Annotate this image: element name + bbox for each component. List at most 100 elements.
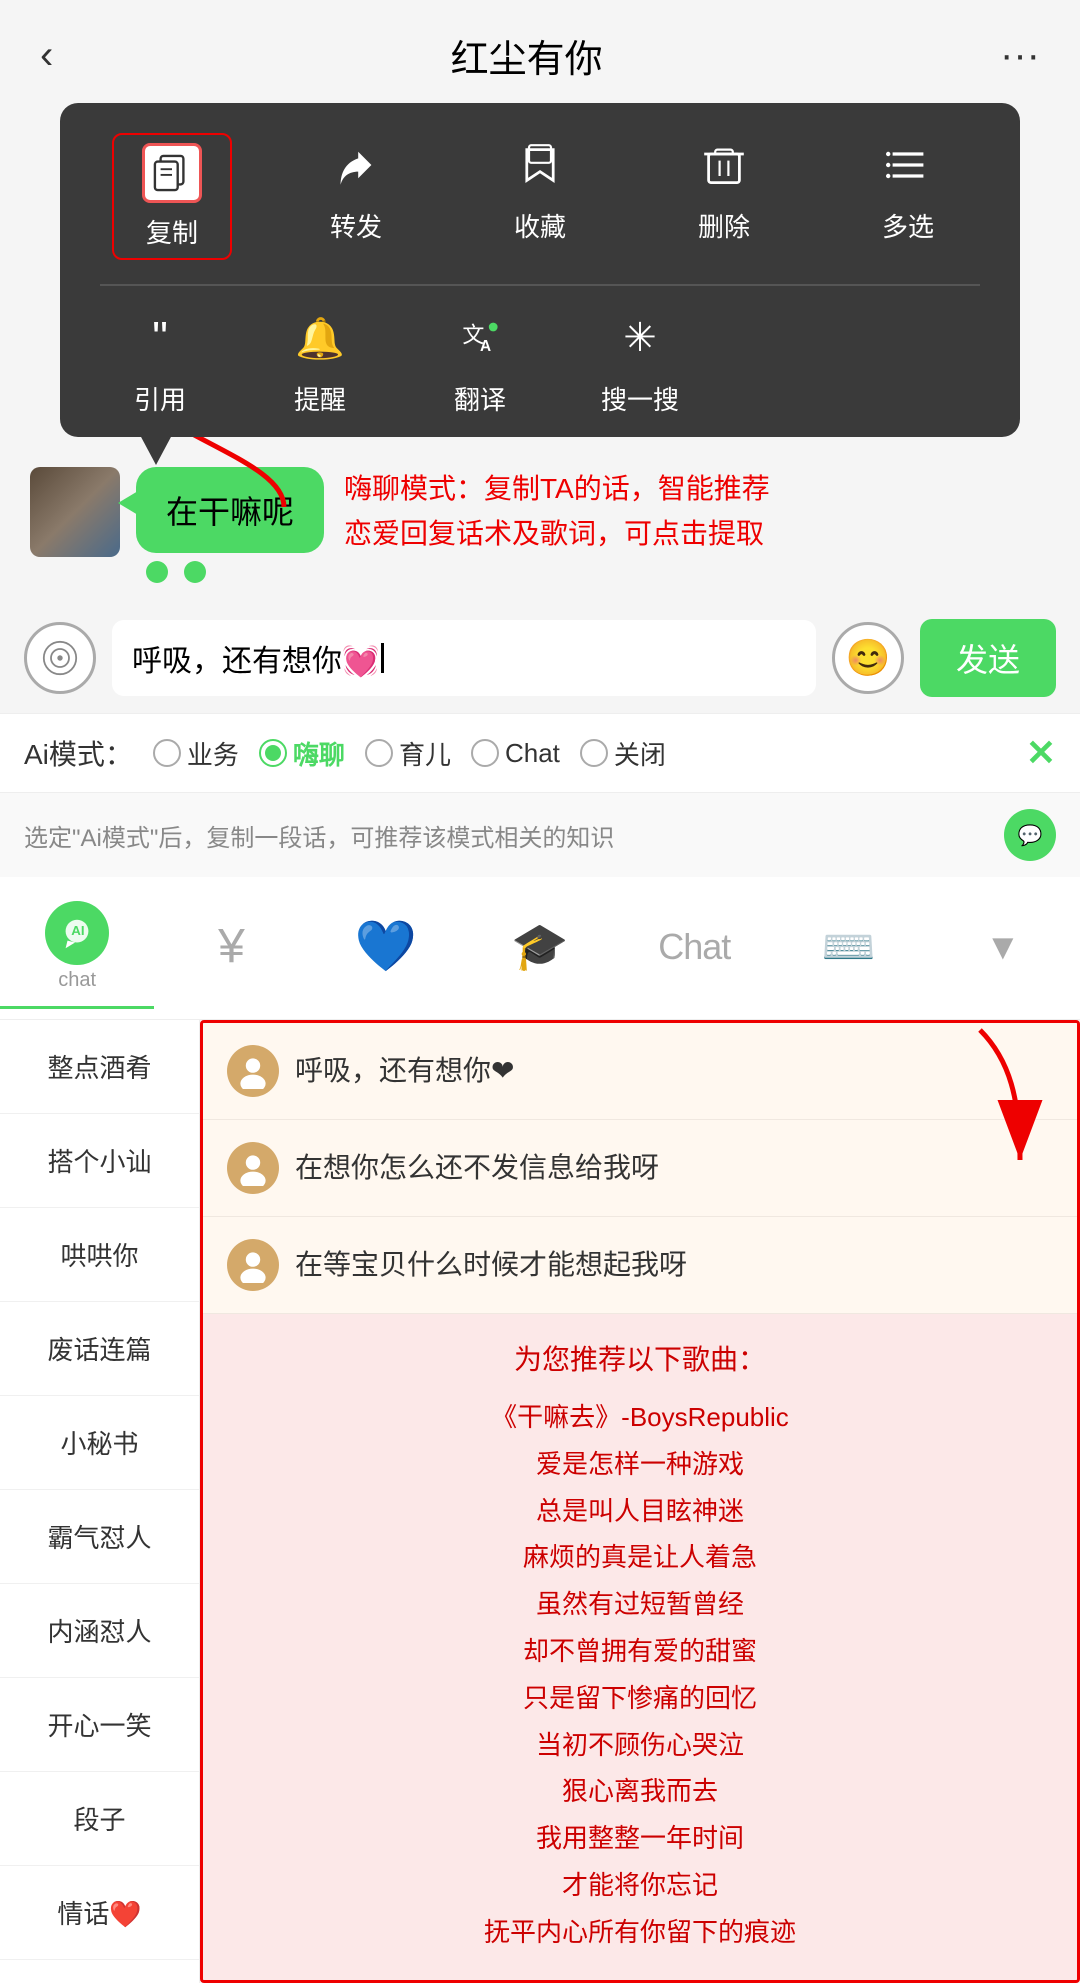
sidebar-item-neihanren[interactable]: 内涵怼人 [0,1584,199,1678]
multiselect-icon [876,133,940,197]
sidebar-item-baqiren[interactable]: 霸气怼人 [0,1490,199,1584]
lyric-2: 麻烦的真是让人着急 [227,1534,1053,1581]
remind-icon: 🔔 [288,306,352,370]
close-button[interactable]: ✕ [1026,732,1056,774]
lyric-9: 才能将你忘记 [227,1862,1053,1909]
ai-mode-label: Ai模式： [24,733,133,773]
suggestion-avatar-3 [227,1239,279,1291]
lyric-10: 抚平内心所有你留下的痕迹 [227,1909,1053,1956]
sidebar-item-baqiren-label: 霸气怼人 [47,1523,151,1553]
lyric-4: 却不曾拥有爱的甜蜜 [227,1628,1053,1675]
radio-off[interactable] [580,739,608,767]
online-dot2 [184,561,206,583]
collect-menu-item[interactable]: 收藏 [480,133,600,260]
mode-chat[interactable]: Chat [471,738,560,769]
text-input[interactable]: 呼吸，还有想你💓 [112,620,816,696]
menu-pointer [140,435,172,465]
ai-hint-bar: 选定"Ai模式"后，复制一段话，可推荐该模式相关的知识 💬 [0,792,1080,877]
lyric-8: 我用整整一年时间 [227,1815,1053,1862]
translate-label: 翻译 [454,380,506,417]
chat-bubble-text: 在干嘛呢 [166,494,294,530]
suggestion-avatar-2 [227,1142,279,1194]
main-content: 整点酒肴 搭个小讪 哄哄你 废话连篇 小秘书 霸气怼人 内涵怼人 开心一笑 段子… [0,1020,1080,1983]
right-panel: 呼吸，还有想你❤ 在想你怎么还不发信息给我呀 在等宝贝什么时候才能想起我呀 [200,1020,1080,1983]
mode-off[interactable]: 关闭 [580,735,666,772]
delete-menu-item[interactable]: 删除 [664,133,784,260]
online-dot1 [146,561,168,583]
input-cursor [381,643,384,673]
collect-icon [508,133,572,197]
quote-menu-item[interactable]: " 引用 [100,306,220,417]
suggestion-2[interactable]: 在想你怎么还不发信息给我呀 [203,1120,1077,1217]
remind-label: 提醒 [294,380,346,417]
emoji-button[interactable]: 😊 [832,622,904,694]
ai-hint-text: 选定"Ai模式"后，复制一段话，可推荐该模式相关的知识 [24,818,1004,853]
sidebar-item-qinghua-label: 情话❤️ [57,1899,141,1929]
sidebar-item-dage-label: 搭个小讪 [47,1147,151,1177]
sidebar-item-qinghua[interactable]: 情话❤️ [0,1866,199,1960]
sidebar-item-kaixin[interactable]: 开心一笑 [0,1678,199,1772]
header: ‹ 红尘有你 ··· [0,0,1080,103]
collect-label: 收藏 [514,207,566,244]
quote-icon: " [128,306,192,370]
lyric-7: 狠心离我而去 [227,1768,1053,1815]
toolbar-chatai[interactable]: AI chat [0,887,154,1009]
sidebar-item-feihua-label: 废话连篇 [47,1335,151,1365]
chatai-icon: AI [45,901,109,965]
page-title: 红尘有你 [451,28,603,83]
context-menu-row2: " 引用 🔔 提醒 文 A 翻译 ✳ [80,306,1000,417]
context-menu-row1: 复制 转发 收藏 [80,133,1000,260]
radio-chat[interactable] [471,739,499,767]
toolbar-chat-text[interactable]: Chat [617,912,771,985]
sidebar-item-kaixin-label: 开心一笑 [47,1711,151,1741]
mode-off-label: 关闭 [614,735,666,772]
suggestion-3[interactable]: 在等宝贝什么时候才能想起我呀 [203,1217,1077,1314]
mode-parenting[interactable]: 育儿 [365,735,451,772]
mode-business[interactable]: 业务 [153,735,239,772]
sidebar-item-zhengdian-label: 整点酒肴 [47,1053,151,1083]
mode-haichat[interactable]: 嗨聊 [259,735,345,772]
send-button[interactable]: 发送 [920,619,1056,697]
sidebar-item-xiaomishu[interactable]: 小秘书 [0,1396,199,1490]
toolbar-keyboard[interactable]: ⌨️ [771,907,925,990]
remind-menu-item[interactable]: 🔔 提醒 [260,306,380,417]
sidebar-item-zhengdian[interactable]: 整点酒肴 [0,1020,199,1114]
mode-business-label: 业务 [187,735,239,772]
forward-label: 转发 [330,207,382,244]
sidebar-item-feihua[interactable]: 废话连篇 [0,1302,199,1396]
suggestion-1[interactable]: 呼吸，还有想你❤ [203,1023,1077,1120]
sidebar-item-duanzi[interactable]: 段子 [0,1772,199,1866]
chat-message-area: 在干嘛呢 [30,467,324,583]
voice-button[interactable] [24,622,96,694]
multiselect-menu-item[interactable]: 多选 [848,133,968,260]
lyric-0: 爱是怎样一种游戏 [227,1441,1053,1488]
copy-label: 复制 [146,213,198,250]
sidebar-item-duanzi-label: 段子 [73,1805,125,1835]
more-button[interactable]: ··· [1000,33,1040,78]
radio-parenting[interactable] [365,739,393,767]
chat-text-icon: Chat [658,926,730,968]
radio-haichat[interactable] [259,739,287,767]
forward-menu-item[interactable]: 转发 [296,133,416,260]
toolbar-study[interactable]: 🎓 [463,905,617,991]
translate-menu-item[interactable]: 文 A 翻译 [420,306,540,417]
search-menu-item[interactable]: ✳ 搜一搜 [580,306,700,417]
back-button[interactable]: ‹ [40,33,53,78]
radio-business[interactable] [153,739,181,767]
heart-icon: 💙 [355,917,417,976]
chat-bubble: 在干嘛呢 [136,467,324,553]
left-sidebar: 整点酒肴 搭个小讪 哄哄你 废话连篇 小秘书 霸气怼人 内涵怼人 开心一笑 段子… [0,1020,200,1983]
copy-icon [142,143,202,203]
toolbar-expand[interactable]: ▼ [926,912,1080,985]
input-area: 呼吸，还有想你💓 😊 发送 [0,603,1080,713]
ai-mode-bar: Ai模式： 业务 嗨聊 育儿 Chat 关闭 ✕ [0,713,1080,792]
sidebar-item-haohaoni[interactable]: 哄哄你 [0,1208,199,1302]
search-label: 搜一搜 [601,380,679,417]
toolbar-money[interactable]: ¥ [154,905,308,991]
quote-label: 引用 [134,380,186,417]
input-value: 呼吸，还有想你💓 [132,636,379,680]
toolbar-heart[interactable]: 💙 [309,903,463,993]
sidebar-item-dage[interactable]: 搭个小讪 [0,1114,199,1208]
annotation-area: 嗨聊模式：复制TA的话，智能推荐 恋爱回复话术及歌词，可点击提取 [344,467,1050,557]
copy-menu-item[interactable]: 复制 [112,133,232,260]
